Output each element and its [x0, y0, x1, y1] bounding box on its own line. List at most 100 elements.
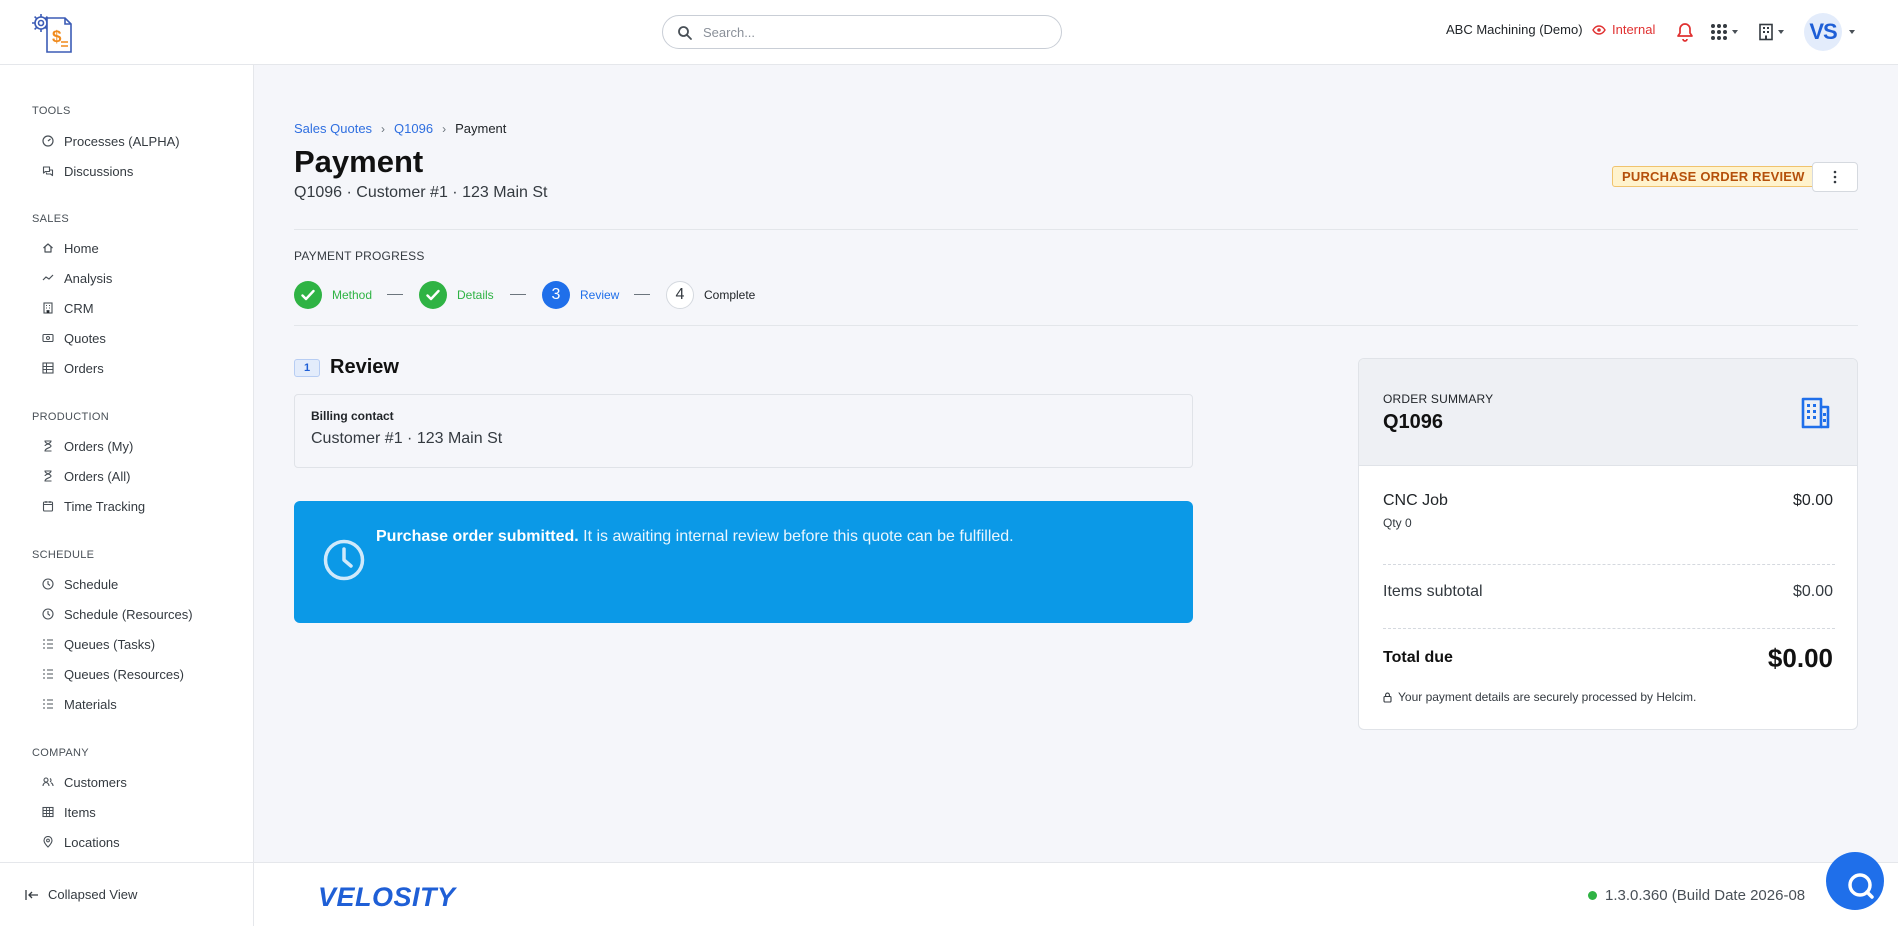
sidebar-item-orders-all[interactable]: Orders (All) — [42, 465, 130, 487]
map-pin-icon — [43, 836, 53, 848]
search-box[interactable] — [662, 15, 1062, 49]
sidebar-item-label: CRM — [64, 300, 94, 316]
step-label: Complete — [704, 288, 756, 302]
sidebar-item-schedule-resources[interactable]: Schedule (Resources) — [42, 603, 193, 625]
bell-icon — [1677, 23, 1693, 42]
sidebar-item-label: Orders (My) — [64, 438, 134, 454]
divider — [294, 229, 1858, 230]
billing-contact-value: Customer #1 · 123 Main St — [311, 430, 503, 447]
order-summary-header: ORDER SUMMARY Q1096 — [1359, 359, 1857, 466]
more-actions-button[interactable] — [1812, 162, 1858, 192]
progress-step-review[interactable]: 3 Review — [542, 281, 619, 309]
help-chat-button[interactable] — [1826, 852, 1884, 910]
section-number-badge: 1 — [294, 358, 320, 377]
breadcrumb-sales-quotes[interactable]: Sales Quotes — [294, 121, 372, 136]
sidebar-item-discussions[interactable]: Discussions — [42, 160, 133, 182]
step-connector — [510, 294, 526, 295]
chevron-down-icon — [1778, 30, 1784, 34]
building-icon — [43, 302, 53, 314]
users-icon — [42, 777, 54, 787]
sidebar-item-items[interactable]: Items — [42, 801, 96, 823]
sidebar-item-label: Schedule — [64, 576, 119, 592]
sidebar-item-label: Locations — [64, 834, 120, 850]
sidebar-item-time-tracking[interactable]: Time Tracking — [42, 495, 145, 517]
main-footer: VELOSITY 1.3.0.360 (Build Date 2026-08 — [254, 862, 1898, 926]
chevron-right-icon: › — [442, 121, 447, 136]
subtotal-label: Items subtotal — [1383, 583, 1483, 600]
company-name[interactable]: ABC Machining (Demo) — [1446, 22, 1583, 37]
version-text: 1.3.0.360 (Build Date 2026-08 — [1605, 887, 1806, 904]
gauge-icon — [42, 135, 54, 147]
sidebar-item-orders[interactable]: Orders — [42, 357, 104, 379]
top-bar: $ ABC Machining (Demo) Internal — [0, 0, 1898, 65]
sidebar-item-quotes[interactable]: Quotes — [42, 327, 106, 349]
sidebar-item-label: Home — [64, 240, 99, 256]
apps-menu-button[interactable] — [1710, 18, 1738, 46]
collapse-sidebar-button[interactable]: Collapsed View — [25, 887, 137, 902]
user-menu-button[interactable]: VS — [1804, 13, 1855, 51]
sidebar-section-schedule: SCHEDULE — [32, 549, 95, 561]
total-due-label: Total due — [1383, 649, 1453, 666]
eye-icon — [1592, 24, 1606, 35]
step-circle — [294, 281, 322, 309]
secure-payment-note: Your payment details are securely proces… — [1383, 690, 1696, 704]
sidebar-item-label: Materials — [64, 696, 117, 712]
velosity-logo: VELOSITY — [318, 882, 458, 911]
sidebar-section-production: PRODUCTION — [32, 411, 109, 423]
sidebar-item-locations[interactable]: Locations — [42, 831, 120, 853]
sidebar-item-materials[interactable]: Materials — [42, 693, 117, 715]
lock-icon — [1383, 692, 1392, 703]
brand-text: VELOSITY — [318, 882, 458, 911]
sidebar-item-queues-resources[interactable]: Queues (Resources) — [42, 663, 184, 685]
sidebar-item-label: Analysis — [64, 270, 113, 286]
sidebar-section-company: COMPANY — [32, 747, 89, 759]
alert-message-bold: Purchase order submitted. — [376, 528, 579, 545]
app-logo[interactable]: $ — [30, 12, 78, 54]
sidebar-item-schedule[interactable]: Schedule — [42, 573, 118, 595]
hourglass-icon — [44, 440, 52, 452]
step-label: Details — [457, 288, 494, 302]
sidebar-item-analysis[interactable]: Analysis — [42, 267, 112, 289]
visibility-indicator[interactable]: Internal — [1592, 22, 1655, 37]
review-section-header: 1 Review — [294, 356, 399, 379]
billing-contact-label: Billing contact — [311, 409, 394, 423]
status-badge: PURCHASE ORDER REVIEW — [1612, 166, 1815, 187]
progress-step-complete[interactable]: 4 Complete — [666, 281, 755, 309]
sidebar-item-queues-tasks[interactable]: Queues (Tasks) — [42, 633, 155, 655]
sidebar-item-home[interactable]: Home — [42, 237, 99, 259]
step-label: Method — [332, 288, 373, 302]
app-version: 1.3.0.360 (Build Date 2026-08 — [1588, 887, 1805, 904]
collapse-left-icon — [25, 889, 38, 900]
list-icon — [43, 699, 53, 709]
notifications-button[interactable] — [1676, 18, 1694, 46]
sidebar-item-processes[interactable]: Processes (ALPHA) — [42, 130, 180, 152]
visibility-label: Internal — [1612, 22, 1656, 37]
receipt-building-icon — [1801, 397, 1830, 429]
breadcrumb-quote[interactable]: Q1096 — [394, 121, 433, 136]
sidebar-item-customers[interactable]: Customers — [42, 771, 127, 793]
subtotal-value: $0.00 — [1792, 583, 1833, 600]
step-label: Review — [580, 288, 620, 302]
divider — [294, 325, 1858, 326]
search-icon — [678, 26, 692, 40]
status-dot — [1588, 891, 1597, 900]
organization-menu-button[interactable] — [1758, 18, 1784, 46]
progress-step-details[interactable]: Details — [419, 281, 494, 309]
building-icon — [1759, 23, 1773, 41]
divider — [1383, 628, 1835, 629]
sidebar-item-label: Queues (Resources) — [64, 666, 184, 682]
list-icon — [43, 639, 53, 649]
apps-grid-icon — [1711, 24, 1727, 40]
sidebar-section-sales: SALES — [32, 213, 69, 225]
chevron-down-icon — [1849, 30, 1855, 34]
review-title: Review — [330, 356, 399, 378]
step-number: 3 — [542, 281, 570, 309]
progress-step-method[interactable]: Method — [294, 281, 372, 309]
sidebar: TOOLS Processes (ALPHA) Discussions SALE… — [0, 65, 254, 862]
sidebar-item-orders-my[interactable]: Orders (My) — [42, 435, 133, 457]
sidebar-item-label: Customers — [64, 774, 127, 790]
sidebar-item-crm[interactable]: CRM — [42, 297, 94, 319]
search-input[interactable] — [703, 22, 1043, 42]
calendar-icon — [42, 501, 54, 512]
sidebar-item-label: Queues (Tasks) — [64, 636, 156, 652]
